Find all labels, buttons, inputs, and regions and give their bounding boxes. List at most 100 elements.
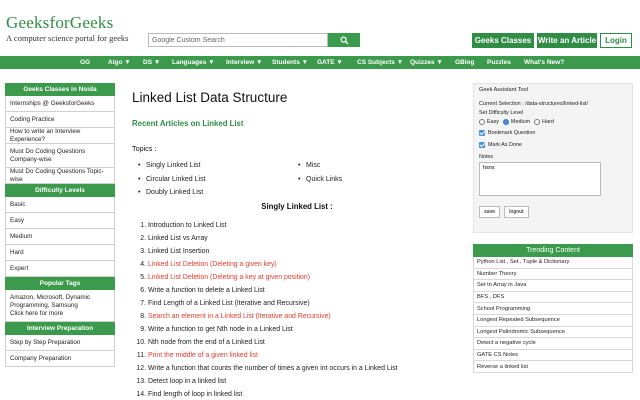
- article-link[interactable]: Linked List Deletion (Deleting a given k…: [148, 261, 277, 268]
- search-button[interactable]: [328, 33, 360, 47]
- sidebar-item[interactable]: How to write an Interview Experience?: [5, 128, 115, 144]
- radio-medium[interactable]: [502, 119, 509, 125]
- article-link[interactable]: Write a function to delete a Linked List: [148, 287, 265, 294]
- article-link[interactable]: Write a function that counts the number …: [148, 365, 398, 372]
- notes-textarea[interactable]: [479, 162, 601, 196]
- article-list-item[interactable]: 7. Find Length of a Linked List (Iterativ…: [132, 297, 462, 310]
- popular-tags-more-link[interactable]: Click here for more: [10, 310, 63, 318]
- article-link[interactable]: Find length of loop in linked list: [148, 391, 242, 398]
- site-logo[interactable]: GeeksforGeeks: [6, 13, 113, 33]
- topic-link[interactable]: Misc: [292, 159, 342, 173]
- topic-link[interactable]: Quick Links: [292, 173, 342, 187]
- article-link[interactable]: Write a function to get Nth node in a Li…: [148, 326, 293, 333]
- sidebar-heading: Difficulty Levels: [5, 184, 115, 197]
- trending-item[interactable]: Python List , Set , Tuple & Dictionary: [473, 257, 633, 269]
- search-input[interactable]: [148, 33, 328, 47]
- trending-item[interactable]: School Programming: [473, 303, 633, 315]
- radio-easy-label: Easy: [487, 119, 499, 125]
- article-list-item[interactable]: 3. Linked List Insertion: [132, 245, 462, 258]
- article-link[interactable]: Print the middle of a given linked list: [148, 352, 258, 359]
- topic-link[interactable]: Singly Linked List: [132, 159, 292, 173]
- article-list-item[interactable]: 14. Find length of loop in linked list: [132, 388, 462, 400]
- article-list-item[interactable]: 10. Nth node from the end of a Linked Lis…: [132, 336, 462, 349]
- sidebar-item[interactable]: Easy: [5, 213, 115, 229]
- bookmark-label: Bookmark Question: [488, 130, 536, 136]
- article-list-item[interactable]: 6. Write a function to delete a Linked Li…: [132, 284, 462, 297]
- sidebar-item[interactable]: Company Preparation: [5, 351, 115, 367]
- sidebar-item[interactable]: Must Do Coding Questions Company-wise: [5, 144, 115, 168]
- article-list-item[interactable]: 12. Write a function that counts the numb…: [132, 362, 462, 375]
- save-button[interactable]: save: [479, 206, 501, 218]
- sidebar-item[interactable]: Hard: [5, 245, 115, 261]
- radio-easy[interactable]: [479, 119, 485, 125]
- article-list-item[interactable]: 9. Write a function to get Nth node in a …: [132, 323, 462, 336]
- sidebar-item[interactable]: Basic: [5, 197, 115, 213]
- nav-item-languages[interactable]: Languages ▼: [172, 59, 215, 66]
- page-title: Linked List Data Structure: [132, 90, 288, 105]
- trending-item[interactable]: Reverse a linked list: [473, 361, 633, 373]
- nav-item-quizzes[interactable]: Quizzes ▼: [410, 59, 443, 66]
- sidebar-item[interactable]: Internships @ GeeksforGeeks: [5, 96, 115, 112]
- trending-item[interactable]: Detect a negative cycle: [473, 338, 633, 350]
- sidebar-item[interactable]: Expert: [5, 261, 115, 277]
- article-list-item[interactable]: 2. Linked List vs Array: [132, 232, 462, 245]
- article-list-item[interactable]: 11. Print the middle of a given linked li…: [132, 349, 462, 362]
- nav-item-interview[interactable]: Interview ▼: [226, 59, 262, 66]
- trending-item[interactable]: Longest Palindromic Subsequence: [473, 326, 633, 339]
- login-button[interactable]: Login: [600, 33, 632, 48]
- list-item-number: 6.: [140, 286, 146, 294]
- nav-item-gblog[interactable]: GBlog: [455, 59, 475, 66]
- sidebar-heading: Interview Preparation: [5, 322, 115, 335]
- article-list-item[interactable]: 1. Introduction to Linked List: [132, 219, 462, 232]
- article-link[interactable]: Linked List Deletion (Deleting a key at …: [148, 274, 310, 281]
- sidebar-item[interactable]: Step by Step Preparation: [5, 335, 115, 351]
- nav-item-home[interactable]: GG: [80, 59, 90, 66]
- geeks-classes-button[interactable]: Geeks Classes: [472, 33, 534, 48]
- article-link[interactable]: Linked List Insertion: [148, 248, 209, 255]
- list-item-number: 9.: [140, 325, 146, 333]
- nav-item-whats-new[interactable]: What's New?: [524, 59, 564, 66]
- article-link[interactable]: Find Length of a Linked List (Iterative …: [148, 300, 310, 307]
- article-link[interactable]: Search an element in a Linked List (Iter…: [148, 313, 331, 320]
- trending-item[interactable]: Set to Array in Java: [473, 280, 633, 292]
- trending-item[interactable]: Number Theory: [473, 268, 633, 281]
- bookmark-checkbox[interactable]: [479, 130, 485, 136]
- radio-hard-label: Hard: [542, 119, 554, 125]
- article-link[interactable]: Nth node from the end of a Linked List: [148, 339, 265, 346]
- nav-item-cs-subjects[interactable]: CS Subjects ▼: [357, 59, 403, 66]
- trending-item[interactable]: BFS , DFS: [473, 291, 633, 304]
- tool-title: Geek Assistant Tool: [479, 87, 529, 93]
- article-link[interactable]: Introduction to Linked List: [148, 222, 227, 229]
- trending-list: Python List , Set , Tuple & Dictionary Nu…: [473, 257, 633, 373]
- article-link[interactable]: Linked List vs Array: [148, 235, 208, 242]
- article-list-item[interactable]: 5. Linked List Deletion (Deleting a key a…: [132, 271, 462, 284]
- nav-item-gate[interactable]: GATE ▼: [317, 59, 343, 66]
- write-article-button[interactable]: Write an Article: [537, 33, 597, 48]
- notes-label: Notes: [479, 154, 494, 160]
- sidebar-item[interactable]: Must Do Coding Questions Topic-wise: [5, 168, 115, 184]
- nav-item-algo[interactable]: Algo ▼: [108, 59, 131, 66]
- sidebar-item[interactable]: Medium: [5, 229, 115, 245]
- popular-tags-text[interactable]: Amazon, Microsoft, Dynamic Programming, …: [10, 294, 110, 310]
- popular-tags: Amazon, Microsoft, Dynamic Programming, …: [5, 290, 115, 322]
- list-item-number: 13.: [136, 377, 146, 385]
- list-item-number: 2.: [140, 234, 146, 242]
- trending-item[interactable]: Longest Repeated Subsequence: [473, 314, 633, 327]
- article-link[interactable]: Detect loop in a linked list: [148, 378, 226, 385]
- sidebar-item[interactable]: Coding Practice: [5, 112, 115, 128]
- topic-link[interactable]: Circular Linked List: [132, 173, 292, 187]
- article-list-item[interactable]: 4. Linked List Deletion (Deleting a given…: [132, 258, 462, 271]
- nav-item-ds[interactable]: DS ▼: [143, 59, 160, 66]
- nav-item-puzzles[interactable]: Puzzles: [487, 59, 511, 66]
- logout-button[interactable]: logout: [504, 206, 529, 218]
- topic-link[interactable]: Doubly Linked List: [132, 186, 292, 200]
- nav-item-students[interactable]: Students ▼: [272, 59, 308, 66]
- trending-item[interactable]: GATE CS Notes: [473, 349, 633, 362]
- left-sidebar: Geeks Classes in Noida Internships @ Gee…: [5, 83, 115, 367]
- sidebar-heading[interactable]: Geeks Classes in Noida: [5, 83, 115, 96]
- mark-done-checkbox[interactable]: [479, 142, 485, 148]
- recent-articles-link[interactable]: Recent Articles on Linked List: [132, 119, 462, 128]
- article-list-item[interactable]: 8. Search an element in a Linked List (It…: [132, 310, 462, 323]
- radio-hard[interactable]: [534, 119, 541, 125]
- article-list-item[interactable]: 13. Detect loop in a linked list: [132, 375, 462, 388]
